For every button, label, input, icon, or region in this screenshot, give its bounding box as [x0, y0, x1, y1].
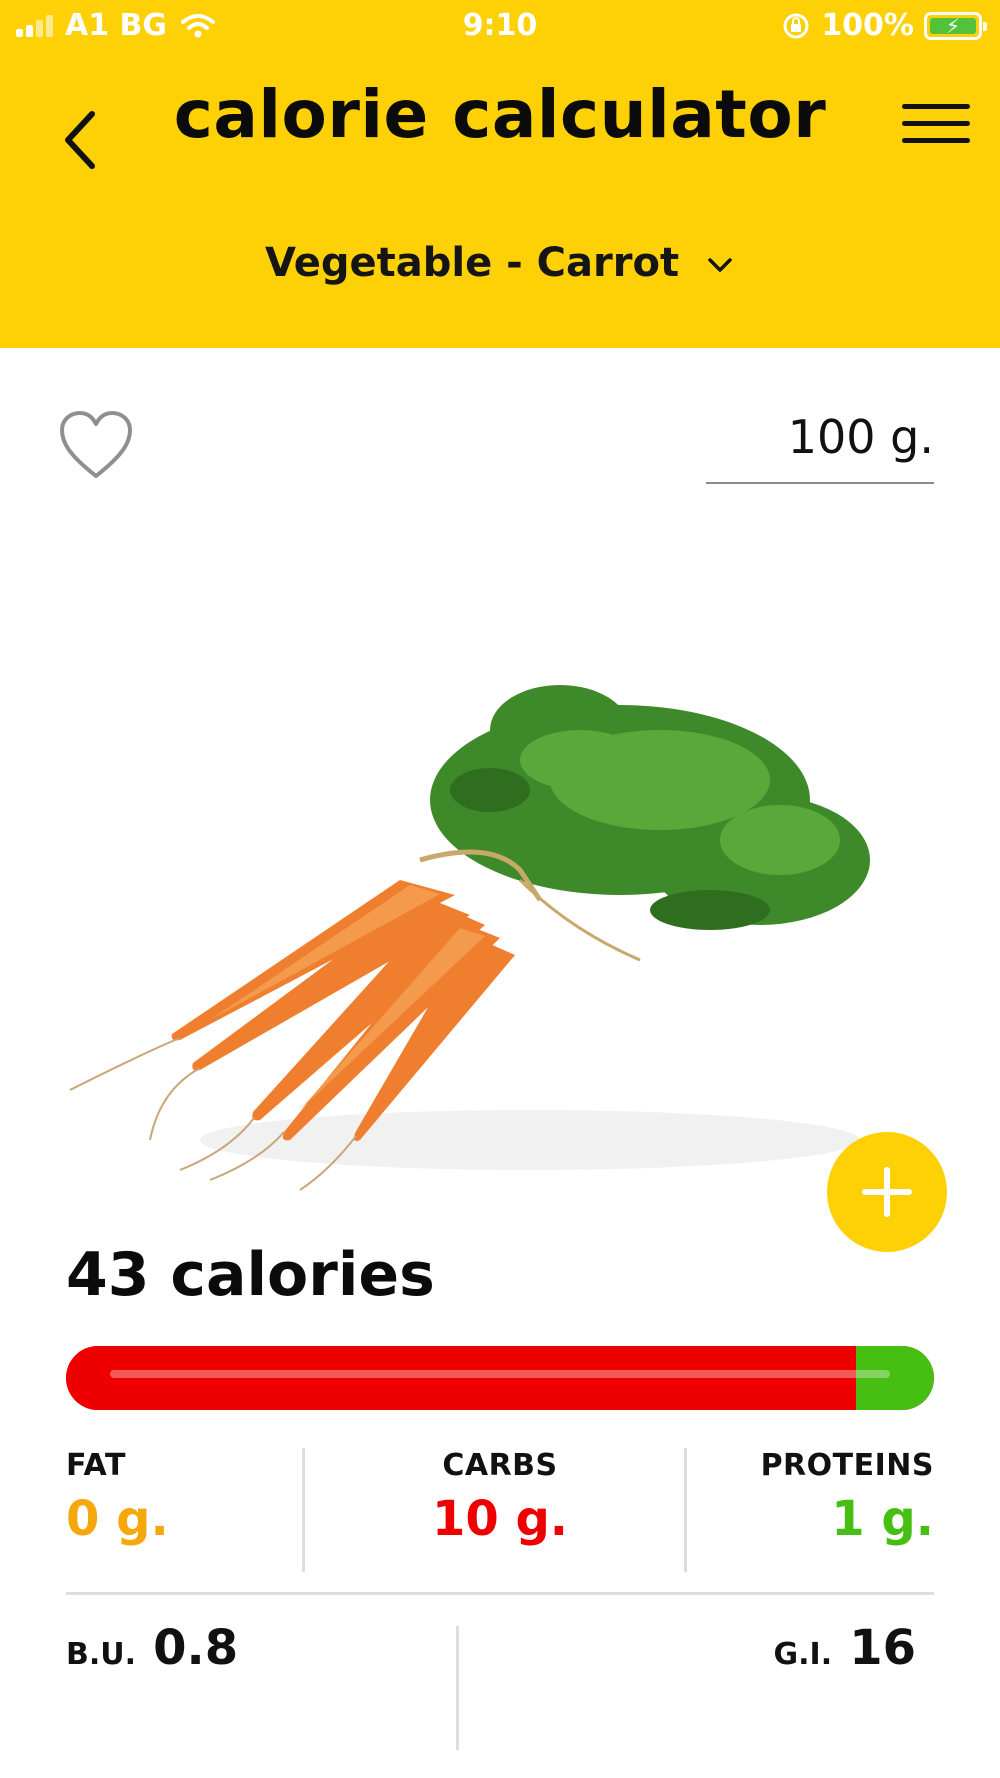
plus-icon [862, 1167, 912, 1217]
gi-label: G.I. [773, 1637, 833, 1672]
carbs-value: 10 g. [431, 1491, 569, 1547]
protein-segment [855, 1346, 934, 1410]
bu-value: 0.8 [153, 1620, 239, 1676]
proteins-stat: PROTEINS 1 g. [674, 1448, 934, 1547]
proteins-value: 1 g. [831, 1491, 934, 1547]
add-button[interactable] [827, 1132, 947, 1252]
food-selector[interactable]: Vegetable - Carrot [0, 240, 1000, 286]
heart-icon [60, 411, 132, 478]
menu-icon-line [902, 121, 970, 126]
gi-value: 16 [849, 1620, 916, 1676]
menu-icon-line [902, 138, 970, 143]
divider [302, 1448, 305, 1572]
fat-stat: FAT 0 g. [66, 1448, 326, 1547]
proteins-label: PROTEINS [760, 1448, 934, 1483]
macro-summary: FAT 0 g. CARBS 10 g. PROTEINS 1 g. [66, 1448, 934, 1572]
header-background [0, 0, 1000, 348]
bread-units-stat: B.U. 0.8 [66, 1620, 238, 1676]
carbs-stat: CARBS 10 g. [370, 1448, 630, 1547]
menu-button[interactable] [902, 104, 970, 154]
carrot-bunch-image [69, 685, 870, 1191]
fat-label: FAT [66, 1448, 126, 1483]
section-divider [66, 1592, 934, 1595]
weight-input[interactable]: 100 g. [706, 408, 934, 484]
favorite-button[interactable] [58, 410, 134, 482]
battery-percent: 100% [821, 8, 914, 43]
calories-total: 43 calories [66, 1240, 435, 1310]
bar-highlight [110, 1370, 890, 1378]
glycemic-index-stat: G.I. 16 [774, 1620, 916, 1676]
macro-distribution-bar [66, 1346, 934, 1410]
carbs-segment [66, 1346, 856, 1410]
divider [456, 1626, 459, 1750]
status-bar: A1 BG 9:10 100% ⚡ [0, 0, 1000, 52]
carbs-label: CARBS [442, 1448, 558, 1483]
chevron-down-icon [708, 258, 732, 272]
orientation-lock-icon [783, 13, 809, 38]
food-selector-label: Vegetable - Carrot [264, 240, 680, 286]
page-title: calorie calculator [173, 76, 827, 153]
menu-icon-line [902, 104, 970, 109]
bu-label: B.U. [66, 1637, 137, 1672]
fat-value: 0 g. [66, 1491, 169, 1547]
battery-icon: ⚡ [924, 11, 987, 40]
